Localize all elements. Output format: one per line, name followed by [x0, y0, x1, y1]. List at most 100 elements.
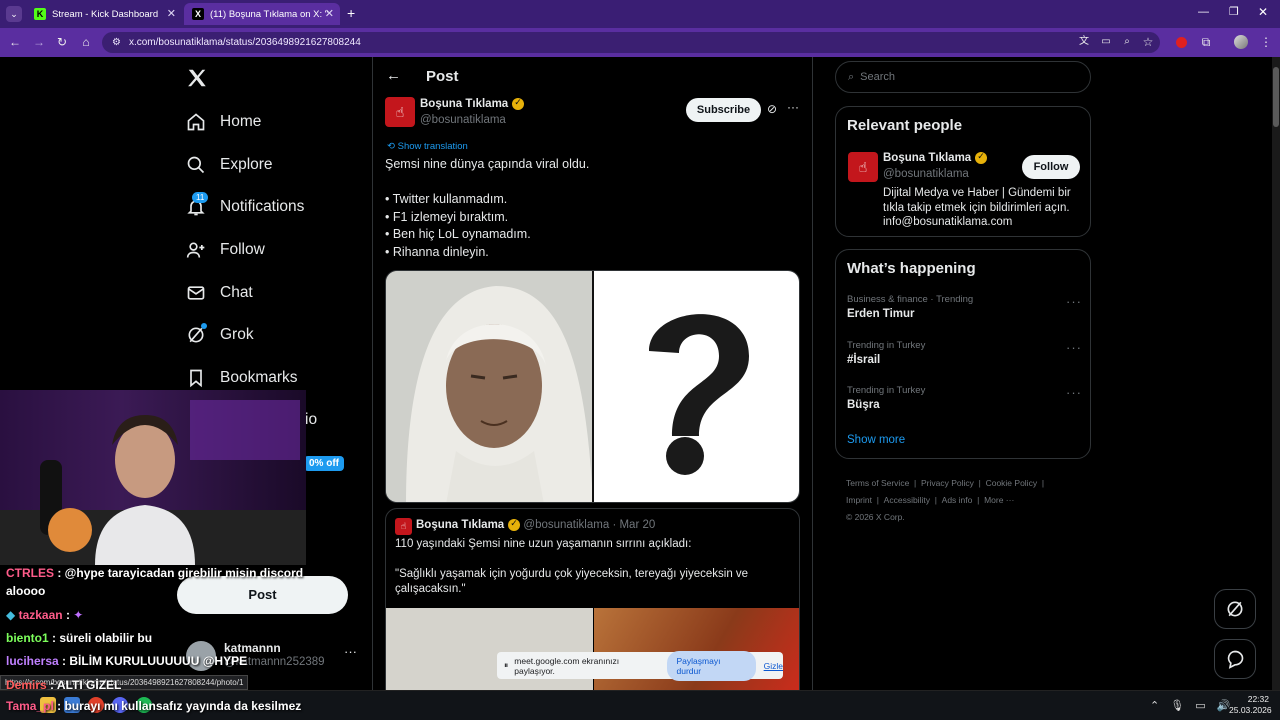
more-dots-icon[interactable]: ···: [344, 644, 357, 659]
sidebar-item-grok[interactable]: Grok: [186, 320, 254, 350]
sidebar-item-follow[interactable]: Follow: [186, 235, 265, 265]
chevron-up-icon[interactable]: ⌃: [1150, 699, 1159, 712]
sidebar-item-chat[interactable]: Chat: [186, 278, 253, 308]
sidebar-item-label: Notifications: [220, 198, 305, 215]
footer-separator: |: [977, 495, 980, 505]
footer-separator: |: [876, 495, 879, 505]
author-avatar[interactable]: ☝: [385, 97, 415, 127]
person-bio: Dijital Medya ve Haber | Gündemi bir tık…: [883, 186, 1071, 230]
maximize-icon[interactable]: ❐: [1229, 5, 1239, 18]
section-title: What’s happening: [847, 260, 976, 277]
person-avatar[interactable]: ☝: [848, 152, 878, 182]
trend-item[interactable]: Trending in Turkey Büşra ···: [847, 385, 1082, 411]
bio-line: tıkla takip etmek için bildirimleri açın…: [883, 201, 1070, 214]
hide-link[interactable]: Gizle: [764, 661, 783, 671]
whats-happening-card: What’s happening Business & finance · Tr…: [835, 249, 1091, 459]
show-translation-link[interactable]: ⟲ Show translation: [387, 141, 468, 152]
home-icon: [187, 113, 205, 131]
subscribe-button[interactable]: Subscribe: [686, 98, 761, 122]
search-icon: [187, 156, 205, 174]
close-window-icon[interactable]: ✕: [1258, 5, 1268, 19]
footer-link[interactable]: Cookie Policy: [986, 478, 1038, 488]
premium-offer-badge[interactable]: 0% off: [304, 456, 344, 471]
question-mark-image[interactable]: [594, 271, 799, 502]
footer-link[interactable]: Imprint: [846, 495, 872, 505]
back-arrow-icon[interactable]: ←: [386, 67, 401, 84]
network-icon[interactable]: ▭: [1195, 699, 1205, 712]
trend-item[interactable]: Trending in Turkey #İsrail ···: [847, 340, 1082, 366]
scrollbar-thumb[interactable]: [1273, 67, 1279, 127]
chat-message: ◆ tazkaan : ✦: [6, 608, 83, 622]
tab-x-post[interactable]: X (11) Boşuna Tıklama on X: "Şem ✕: [184, 3, 340, 25]
trend-more-icon[interactable]: ···: [1066, 385, 1082, 400]
page-scrollbar[interactable]: [1272, 57, 1280, 690]
post-media[interactable]: [385, 270, 800, 503]
post-button[interactable]: Post: [177, 576, 348, 614]
author-handle[interactable]: @bosunatiklama: [420, 114, 506, 126]
footer-link[interactable]: Privacy Policy: [921, 478, 974, 488]
elderly-woman-photo[interactable]: [386, 271, 593, 502]
forward-icon[interactable]: →: [32, 35, 46, 49]
x-logo[interactable]: [186, 67, 208, 89]
tab-search-button[interactable]: ⌄: [6, 6, 22, 22]
site-info-icon[interactable]: ⚙: [112, 37, 121, 48]
screen-share-bar: ⏸ meet.google.com ekranınızı paylaşıyor.…: [497, 650, 783, 681]
footer-link[interactable]: More ···: [984, 495, 1014, 505]
clock[interactable]: 22:32 25.03.2026: [1229, 694, 1272, 716]
show-more-link[interactable]: Show more: [847, 434, 905, 446]
tab-label: (11) Boşuna Tıklama on X: "Şem: [210, 8, 328, 20]
reload-icon[interactable]: ↻: [55, 35, 69, 49]
zoom-icon[interactable]: ⌕: [1120, 35, 1134, 49]
footer-link[interactable]: Accessibility: [884, 495, 930, 505]
post-more-icon[interactable]: ···: [787, 100, 799, 114]
grok-floating-button[interactable]: [1214, 589, 1256, 629]
translate-icon[interactable]: 文: [1077, 35, 1091, 49]
trend-item[interactable]: Business & finance · Trending Erden Timu…: [847, 294, 1082, 320]
sidebar-item-partial[interactable]: io: [305, 411, 317, 429]
account-name: katmannn: [224, 641, 281, 655]
profile-avatar[interactable]: [1234, 35, 1248, 49]
chat-text: : BİLİM KURULUUUUUU @HYPE: [62, 654, 248, 668]
messages-floating-button[interactable]: [1214, 639, 1256, 679]
chat-user: CTRLES: [6, 566, 54, 580]
author-name-row[interactable]: Boşuna Tıklama: [420, 97, 525, 110]
person-name[interactable]: Boşuna Tıklama: [883, 152, 971, 164]
x-page: Home Explore 11 Notifications Follow Cha…: [0, 57, 1280, 690]
extensions-icon[interactable]: ⧉: [1199, 35, 1213, 49]
minimize-icon[interactable]: —: [1198, 6, 1209, 18]
home-browser-icon[interactable]: ⌂: [79, 35, 93, 49]
menu-dots-icon[interactable]: ⋮: [1259, 35, 1273, 49]
microphone-icon[interactable]: 🎙: [1170, 699, 1184, 712]
chat-user: lucihersa: [6, 654, 59, 668]
close-tab-icon[interactable]: ✕: [325, 7, 334, 20]
search-input[interactable]: ⌕ Search: [835, 61, 1091, 93]
trend-name: #İsrail: [847, 354, 881, 366]
follow-button[interactable]: Follow: [1022, 155, 1080, 179]
bell-icon: 11: [186, 192, 209, 217]
footer-link[interactable]: Terms of Service: [846, 478, 909, 488]
follow-icon: [186, 242, 205, 258]
tab-kick-dashboard[interactable]: K Stream - Kick Dashboard ✕: [26, 3, 182, 25]
mail-icon: [187, 286, 205, 300]
new-tab-button[interactable]: +: [347, 5, 355, 21]
trend-more-icon[interactable]: ···: [1066, 340, 1082, 355]
person-handle: @bosunatiklama: [883, 168, 969, 180]
back-icon[interactable]: ←: [8, 35, 22, 49]
chat-text: : süreli olabilir bu: [52, 631, 153, 645]
stop-sharing-button[interactable]: Paylaşmayı durdur: [666, 650, 756, 681]
sidebar-item-label: Home: [220, 113, 262, 130]
cast-icon[interactable]: ▭: [1099, 35, 1113, 49]
sidebar-item-home[interactable]: Home: [186, 107, 261, 137]
footer-link[interactable]: Ads info: [942, 495, 973, 505]
quote-handle: @bosunatiklama: [523, 519, 610, 532]
trend-more-icon[interactable]: ···: [1066, 294, 1082, 309]
sidebar-item-bookmarks[interactable]: Bookmarks: [186, 363, 298, 393]
close-tab-icon[interactable]: ✕: [167, 7, 176, 20]
post-line: Şemsi nine dünya çapında viral oldu.: [385, 157, 590, 171]
grok-explain-icon[interactable]: ⊘: [767, 102, 777, 116]
sidebar-item-notifications[interactable]: 11 Notifications: [186, 192, 304, 222]
extension-red-icon[interactable]: [1176, 37, 1187, 48]
address-bar[interactable]: ⚙ x.com/bosunatiklama/status/20364989216…: [102, 32, 1160, 53]
sidebar-item-explore[interactable]: Explore: [186, 150, 273, 180]
bookmark-star-icon[interactable]: ☆: [1141, 35, 1155, 49]
